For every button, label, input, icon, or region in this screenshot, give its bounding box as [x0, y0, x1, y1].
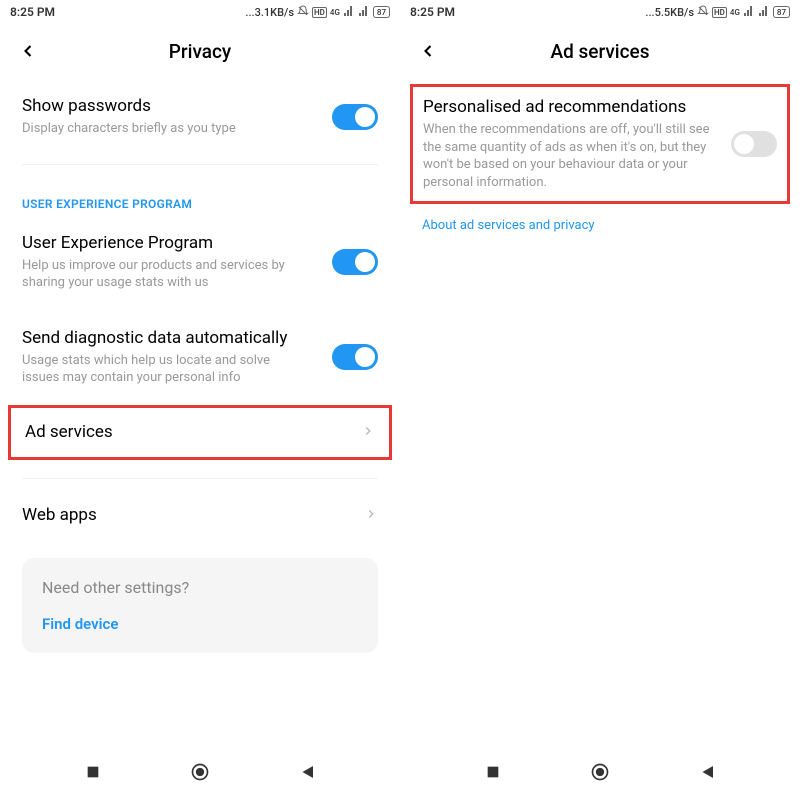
uep-desc: Help us improve our products and service…: [22, 257, 378, 292]
page-title: Ad services: [400, 40, 800, 63]
phone-right: 8:25 PM ...5.5KB/s HD 4G 87 Ad: [400, 0, 800, 794]
battery-indicator: 87: [773, 6, 790, 18]
other-settings-card: Need other settings? Find device: [22, 558, 378, 653]
dnd-icon: [297, 5, 309, 20]
web-apps-title: Web apps: [22, 505, 364, 525]
back-button[interactable]: [416, 39, 440, 63]
ad-services-item[interactable]: Ad services: [25, 422, 375, 443]
dnd-icon: [697, 5, 709, 20]
personalised-highlight: Personalised ad recommendations When the…: [410, 84, 790, 204]
4g-icon: 4G: [730, 8, 740, 17]
4g-icon: 4G: [330, 8, 340, 17]
show-passwords-title: Show passwords: [22, 96, 378, 116]
web-apps-item[interactable]: Web apps: [22, 487, 378, 544]
show-passwords-desc: Display characters briefly as you type: [22, 120, 378, 138]
home-button[interactable]: [189, 761, 211, 783]
chevron-right-icon: [364, 505, 378, 526]
show-passwords-toggle[interactable]: [332, 104, 378, 130]
diagnostic-title: Send diagnostic data automatically: [22, 328, 378, 348]
volte-icon: HD: [712, 7, 727, 18]
data-rate: ...5.5KB/s: [645, 6, 694, 19]
back-button[interactable]: [16, 39, 40, 63]
personalised-desc: When the recommendations are off, you'll…: [423, 121, 777, 191]
recent-apps-button[interactable]: [82, 761, 104, 783]
uep-toggle[interactable]: [332, 249, 378, 275]
diagnostic-item: Send diagnostic data automatically Usage…: [22, 310, 378, 405]
battery-indicator: 87: [373, 6, 390, 18]
ad-services-highlight: Ad services: [8, 405, 392, 460]
divider: [22, 478, 378, 479]
nav-bar: [400, 750, 800, 794]
header: Privacy: [0, 24, 400, 78]
card-title: Need other settings?: [42, 578, 358, 597]
chevron-right-icon: [361, 422, 375, 443]
personalised-item: Personalised ad recommendations When the…: [423, 97, 777, 191]
signal-icon-2: [358, 5, 370, 20]
find-device-link[interactable]: Find device: [42, 615, 358, 633]
settings-content: Show passwords Display characters briefl…: [0, 78, 400, 750]
back-nav-button[interactable]: [296, 761, 318, 783]
status-indicators: ...5.5KB/s HD 4G 87: [645, 5, 790, 20]
volte-icon: HD: [312, 7, 327, 18]
signal-icon-2: [758, 5, 770, 20]
status-bar: 8:25 PM ...3.1KB/s HD 4G 87: [0, 0, 400, 24]
section-header-uep: USER EXPERIENCE PROGRAM: [22, 173, 378, 215]
ad-services-title: Ad services: [25, 422, 361, 442]
data-rate: ...3.1KB/s: [245, 6, 294, 19]
uep-title: User Experience Program: [22, 233, 378, 253]
recent-apps-button[interactable]: [482, 761, 504, 783]
home-button[interactable]: [589, 761, 611, 783]
show-passwords-item: Show passwords Display characters briefl…: [22, 78, 378, 156]
signal-icon: [343, 5, 355, 20]
status-time: 8:25 PM: [10, 5, 55, 19]
nav-bar: [0, 750, 400, 794]
personalised-title: Personalised ad recommendations: [423, 97, 777, 117]
personalised-toggle[interactable]: [731, 131, 777, 157]
back-nav-button[interactable]: [696, 761, 718, 783]
diagnostic-toggle[interactable]: [332, 344, 378, 370]
divider: [22, 164, 378, 165]
about-ad-services-link[interactable]: About ad services and privacy: [422, 212, 778, 233]
signal-icon: [743, 5, 755, 20]
status-bar: 8:25 PM ...5.5KB/s HD 4G 87: [400, 0, 800, 24]
header: Ad services: [400, 24, 800, 78]
status-indicators: ...3.1KB/s HD 4G 87: [245, 5, 390, 20]
settings-content: Personalised ad recommendations When the…: [400, 78, 800, 750]
diagnostic-desc: Usage stats which help us locate and sol…: [22, 352, 378, 387]
phone-left: 8:25 PM ...3.1KB/s HD 4G 87 Pri: [0, 0, 400, 794]
uep-item: User Experience Program Help us improve …: [22, 215, 378, 310]
page-title: Privacy: [0, 40, 400, 63]
status-time: 8:25 PM: [410, 5, 455, 19]
